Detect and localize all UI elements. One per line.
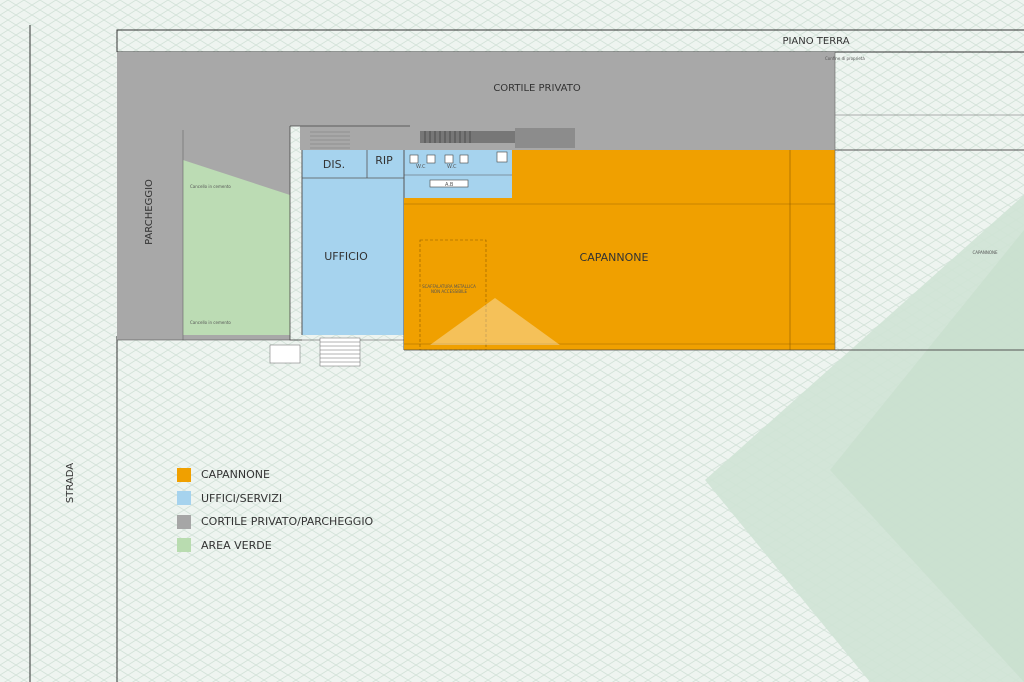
note-cancello-2: Cancello in cemento bbox=[190, 320, 231, 325]
legend-item-capannone: CAPANNONE bbox=[177, 463, 373, 487]
legend-swatch-uffici bbox=[177, 491, 191, 506]
legend-label-capannone: CAPANNONE bbox=[201, 468, 270, 482]
label-parcheggio: PARCHEGGIO bbox=[144, 179, 155, 245]
legend-item-verde: AREA VERDE bbox=[177, 534, 373, 558]
note-confine: Confine di proprietà bbox=[825, 56, 865, 61]
floor-plan: PIANO TERRA CORTILE PRIVATO PARCHEGGIO D… bbox=[0, 0, 1024, 682]
legend-swatch-verde bbox=[177, 538, 191, 553]
legend-item-cortile: CORTILE PRIVATO/PARCHEGGIO bbox=[177, 510, 373, 534]
label-capannone: CAPANNONE bbox=[580, 251, 649, 264]
label-capannone-right: CAPANNONE bbox=[972, 250, 998, 255]
legend-swatch-cortile bbox=[177, 514, 191, 529]
label-wc-1: W.C bbox=[416, 164, 426, 170]
label-rip: RIP bbox=[375, 154, 393, 167]
label-strada: STRADA bbox=[65, 463, 76, 503]
label-wc-2: W.C bbox=[447, 164, 457, 170]
legend-swatch-capannone bbox=[177, 467, 191, 482]
legend-label-verde: AREA VERDE bbox=[201, 538, 272, 552]
title-piano-terra: PIANO TERRA bbox=[782, 36, 849, 47]
roof-structure bbox=[420, 131, 515, 143]
legend-item-uffici: UFFICI/SERVIZI bbox=[177, 487, 373, 511]
label-cortile-privato: CORTILE PRIVATO bbox=[493, 83, 581, 94]
note-non-accessibile: NON ACCESSIBILE bbox=[431, 289, 468, 294]
label-ab: A.B bbox=[445, 182, 454, 188]
label-ufficio: UFFICIO bbox=[324, 250, 368, 263]
legend: CAPANNONE UFFICI/SERVIZI CORTILE PRIVATO… bbox=[177, 463, 373, 557]
servizi-area bbox=[404, 150, 512, 198]
legend-label-cortile: CORTILE PRIVATO/PARCHEGGIO bbox=[201, 515, 374, 529]
note-cancello: Cancello in cemento bbox=[190, 184, 231, 189]
legend-label-uffici: UFFICI/SERVIZI bbox=[201, 491, 283, 505]
label-dis: DIS. bbox=[323, 158, 345, 171]
